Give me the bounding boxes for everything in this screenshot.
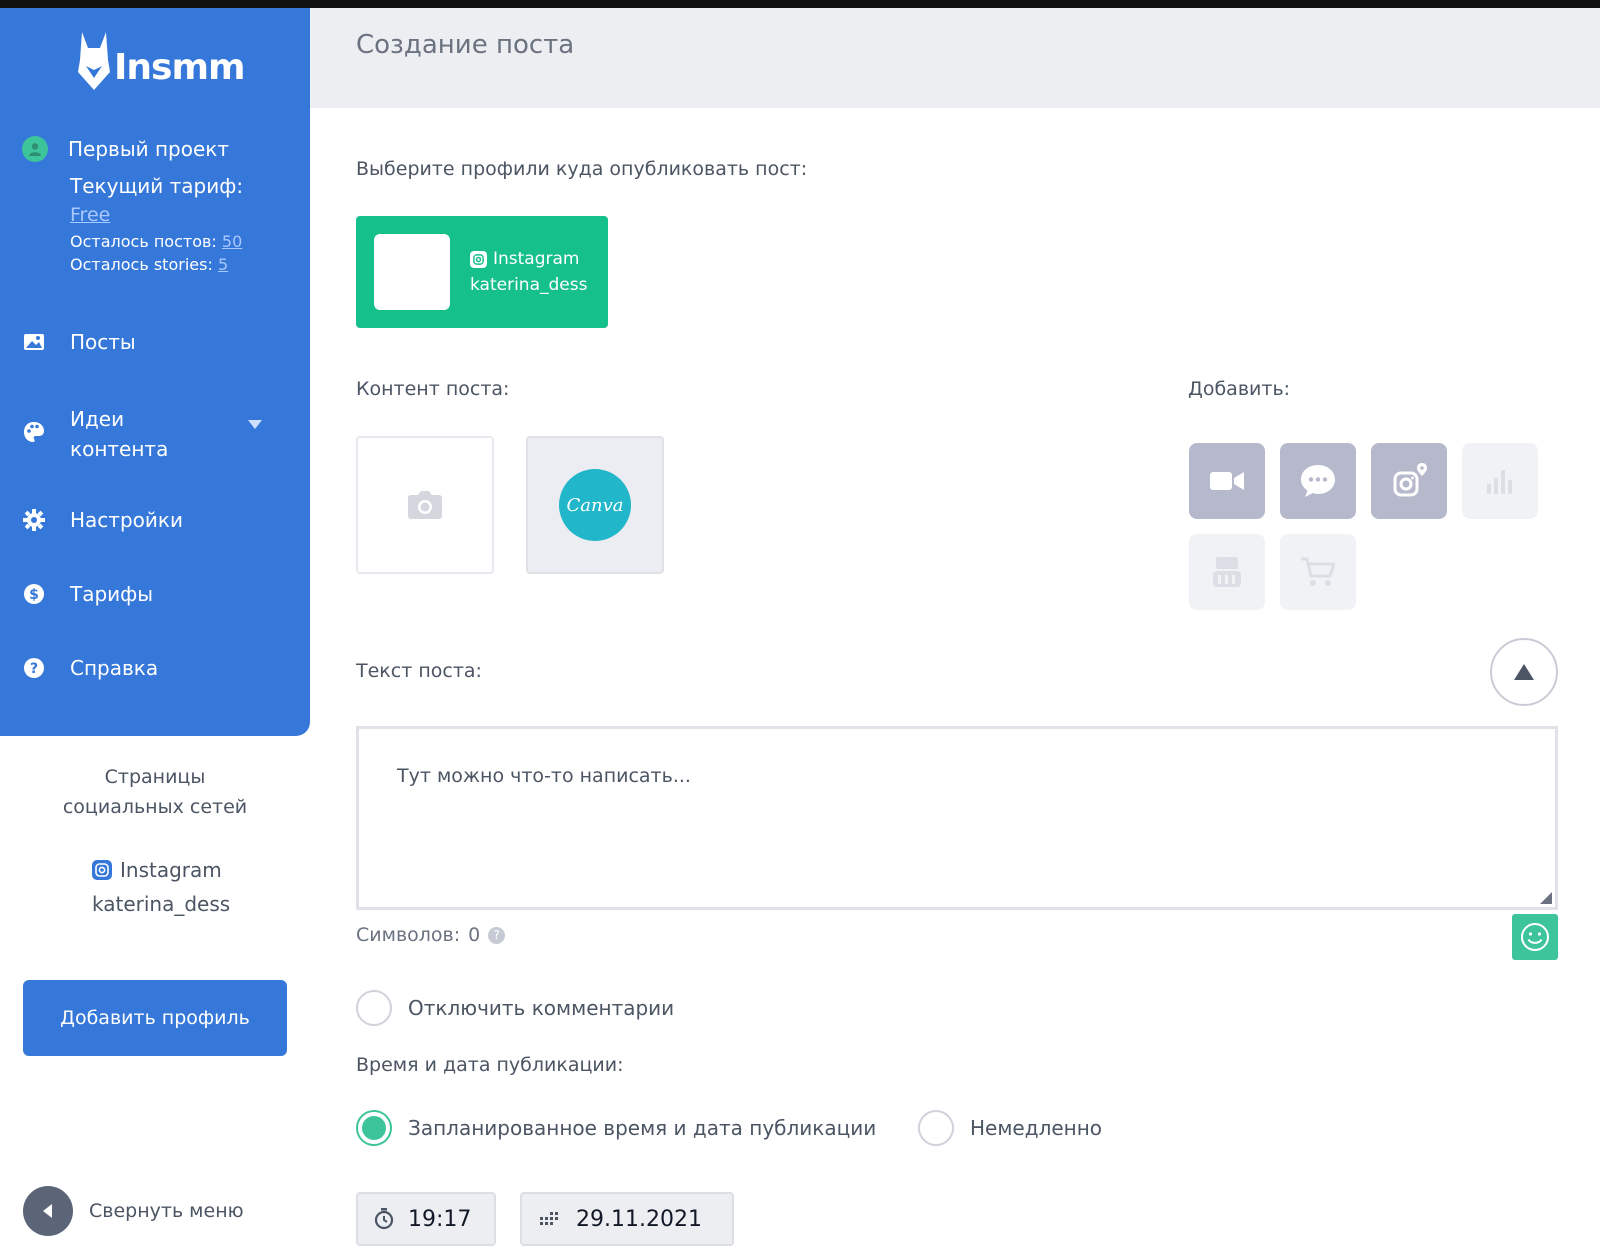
cart-icon (1301, 557, 1335, 586)
immediately-label: Немедленно (970, 1116, 1103, 1140)
collapse-menu-label: Свернуть меню (89, 1200, 244, 1222)
image-icon (22, 330, 46, 354)
instagram-icon (92, 860, 112, 880)
profile-card-network: Instagram (493, 249, 580, 269)
collapse-section-button[interactable] (1490, 638, 1558, 706)
instagram-icon (470, 250, 487, 268)
smiley-icon (1521, 923, 1549, 951)
youtube-icon (1213, 557, 1241, 587)
post-text-label: Текст поста: (356, 660, 482, 682)
top-bar-line (0, 0, 1600, 8)
immediately-radio[interactable] (918, 1110, 954, 1146)
social-network-name: Instagram (120, 858, 222, 882)
sidebar-item-ideas[interactable]: Идеи контента (22, 404, 292, 464)
disable-comments-option[interactable]: Отключить комментарии (356, 990, 674, 1026)
immediately-option[interactable]: Немедленно (918, 1110, 1102, 1146)
canva-button[interactable]: Canva (526, 436, 664, 574)
scheduled-label: Запланированное время и дата публикации (408, 1116, 877, 1140)
logo-text: Insmm (114, 46, 245, 88)
choose-profiles-label: Выберите профили куда опубликовать пост: (356, 158, 808, 180)
chat-icon (1301, 465, 1335, 497)
page-header: Создание поста (310, 8, 1600, 108)
add-video-button[interactable] (1189, 443, 1265, 519)
user-avatar-icon (22, 136, 48, 162)
add-product-button[interactable] (1280, 534, 1356, 610)
char-counter: Символов: 0 ? (356, 924, 506, 946)
collapse-menu[interactable]: Свернуть меню (23, 1186, 244, 1236)
tariff-link[interactable]: Free (70, 204, 110, 226)
stories-left-link[interactable]: 5 (218, 255, 228, 274)
dollar-icon: $ (22, 582, 46, 606)
add-label: Добавить: (1188, 378, 1291, 400)
sidebar-item-posts[interactable]: Посты (22, 330, 292, 354)
posts-left-link[interactable]: 50 (222, 232, 242, 251)
char-counter-label: Символов: (356, 924, 461, 946)
sidebar: Insmm Первый проект Текущий тариф: Free … (0, 8, 310, 736)
emoji-button[interactable] (1512, 914, 1558, 960)
time-picker[interactable]: 19:17 (356, 1192, 496, 1246)
gear-icon (22, 508, 46, 532)
svg-text:?: ? (30, 661, 38, 677)
tariff-info: Текущий тариф: Free Осталось постов: 50 … (70, 174, 243, 274)
date-value: 29.11.2021 (576, 1206, 702, 1232)
ideas-line1: Идеи (70, 407, 125, 431)
fox-logo-icon (78, 32, 110, 90)
scheduled-radio[interactable] (356, 1110, 392, 1146)
add-poll-button[interactable] (1462, 443, 1538, 519)
post-text-input[interactable] (356, 726, 1558, 910)
sidebar-item-tariffs[interactable]: $ Тарифы (22, 582, 292, 606)
camera-icon (408, 491, 442, 519)
profile-thumbnail (374, 234, 450, 310)
instagram-location-icon (1393, 463, 1427, 497)
char-counter-value: 0 (468, 924, 481, 946)
social-pages-title: Страницы социальных сетей (62, 766, 248, 818)
add-profile-button[interactable]: Добавить профиль (23, 980, 287, 1056)
upload-photo-button[interactable] (356, 436, 494, 574)
video-icon (1210, 472, 1244, 490)
disable-comments-label: Отключить комментарии (408, 996, 675, 1020)
scheduled-option[interactable]: Запланированное время и дата публикации (356, 1110, 876, 1146)
chevron-left-icon (23, 1186, 73, 1236)
date-picker[interactable]: 29.11.2021 (520, 1192, 734, 1246)
help-icon[interactable]: ? (488, 926, 506, 944)
svg-text:$: $ (29, 587, 39, 603)
sidebar-item-settings[interactable]: Настройки (22, 508, 292, 532)
palette-icon (22, 420, 46, 444)
tariff-label: Текущий тариф: (70, 174, 244, 198)
sidebar-item-help[interactable]: ? Справка (22, 656, 292, 680)
calendar-icon (540, 1212, 558, 1225)
page-title: Создание поста (356, 30, 575, 60)
canva-logo-icon: Canva (559, 469, 631, 541)
profile-card-account: katerina_dess (470, 275, 588, 295)
project-name: Первый проект (68, 137, 230, 161)
clock-icon (374, 1208, 394, 1230)
ideas-line2: контента (70, 437, 169, 461)
logo[interactable]: Insmm (76, 30, 245, 92)
social-profile-entry[interactable]: Instagram katerina_dess (92, 858, 230, 916)
social-account-name: katerina_dess (92, 892, 231, 916)
content-label: Контент поста: (356, 378, 510, 400)
publish-time-label: Время и дата публикации: (356, 1054, 624, 1076)
chevron-down-icon[interactable] (248, 420, 262, 429)
triangle-up-icon (1514, 664, 1534, 680)
question-icon: ? (22, 656, 46, 680)
add-youtube-button[interactable] (1189, 534, 1265, 610)
posts-left: Осталось постов: 50 (70, 232, 243, 251)
disable-comments-radio[interactable] (356, 990, 392, 1026)
stories-left: Осталось stories: 5 (70, 255, 229, 274)
add-location-button[interactable] (1371, 443, 1447, 519)
profile-card-instagram[interactable]: Instagram katerina_dess (356, 216, 608, 328)
time-value: 19:17 (408, 1206, 472, 1232)
chart-icon (1487, 470, 1512, 494)
project-selector[interactable]: Первый проект (22, 136, 229, 162)
add-comment-button[interactable] (1280, 443, 1356, 519)
resize-handle-icon[interactable] (1540, 892, 1552, 904)
